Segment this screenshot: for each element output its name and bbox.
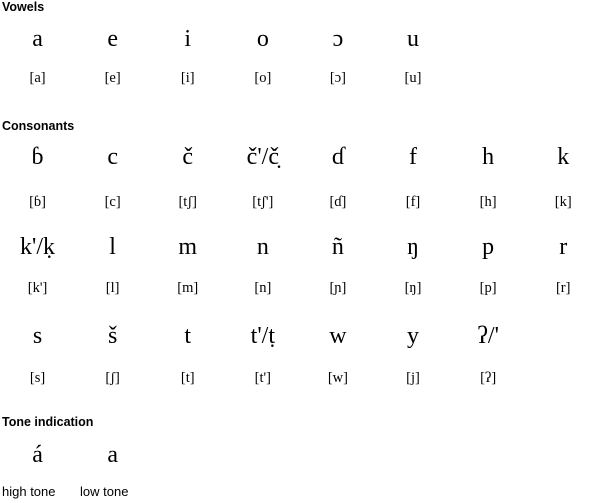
vowel-ipa: [e] (104, 70, 121, 86)
consonant-ipa: [ʔ] (480, 370, 497, 386)
tone-letter (375, 440, 450, 470)
consonant-ipa (526, 368, 601, 388)
consonants-letter-row-2: k'/ḳ l m n ñ ŋ p r (0, 232, 601, 262)
consonant-letter: š (107, 323, 118, 349)
tone-letter (451, 440, 526, 470)
vowel-letter: i (184, 26, 192, 52)
vowel-letter (451, 24, 526, 54)
consonants-letter-row-3: s š t t'/ṭ w y ʔ/' (0, 321, 601, 351)
consonant-ipa: [ɗ] (329, 194, 347, 210)
vowel-ipa (526, 68, 601, 88)
vowel-letter: u (407, 26, 420, 52)
consonant-letter: č'/č̣ (246, 144, 279, 170)
tone-letter (300, 440, 375, 470)
vowel-letter (526, 24, 601, 54)
consonants-ipa-row-2: [k'] [l] [m] [n] [ɲ] [ŋ] [p] [r] (0, 278, 601, 298)
consonant-ipa: [ʃ] (105, 370, 120, 386)
consonant-letter: t (184, 323, 192, 349)
vowels-letter-row: a e i o ɔ u (0, 24, 601, 54)
consonant-letter: h (482, 144, 495, 170)
consonant-ipa: [h] (479, 194, 497, 210)
consonant-letter: s (32, 323, 43, 349)
high-tone-label: high tone (2, 484, 56, 499)
tone-letter-low: a (107, 442, 118, 468)
vowel-letter: o (256, 26, 269, 52)
tone-letter (150, 440, 225, 470)
consonant-letter: ɓ (31, 144, 44, 170)
consonant-letter (526, 321, 601, 351)
tone-letter-row: á a (0, 440, 601, 470)
vowel-letter: ɔ (332, 26, 344, 52)
tone-section-title: Tone indication (2, 415, 94, 429)
consonant-ipa: [k] (554, 194, 572, 210)
consonants-ipa-row-3: [s] [ʃ] [t] [t'] [w] [j] [ʔ] (0, 368, 601, 388)
consonant-ipa: [p] (479, 280, 497, 296)
vowel-ipa: [o] (254, 70, 272, 86)
consonant-ipa: [ŋ] (404, 280, 422, 296)
consonant-letter: p (482, 234, 495, 260)
consonant-letter: t'/ṭ (250, 323, 275, 349)
tone-letter (225, 440, 300, 470)
vowel-ipa: [i] (180, 70, 195, 86)
tone-letter (526, 440, 601, 470)
vowel-ipa (451, 68, 526, 88)
consonants-ipa-row-1: [ɓ] [c] [tʃ] [tʃ'] [ɗ] [f] [h] [k] (0, 192, 601, 212)
vowel-letter: a (32, 26, 43, 52)
consonant-ipa: [s] (29, 370, 46, 386)
consonants-letter-row-1: ɓ c č č'/č̣ ɗ f h k (0, 142, 601, 172)
consonant-letter: k'/ḳ (20, 234, 56, 260)
tone-letter-high: á (32, 442, 43, 468)
vowels-ipa-row: [a] [e] [i] [o] [ɔ] [u] (0, 68, 601, 88)
consonant-ipa: [k'] (27, 280, 48, 296)
consonant-ipa: [l] (105, 280, 120, 296)
consonant-ipa: [j] (406, 370, 420, 386)
consonant-ipa: [tʃ'] (252, 194, 274, 210)
consonant-letter: ŋ (407, 234, 419, 260)
consonant-ipa: [f] (405, 194, 421, 210)
vowel-letter: e (107, 26, 118, 52)
consonants-section-title: Consonants (2, 119, 75, 133)
vowels-section-title: Vowels (2, 0, 45, 14)
consonant-ipa: [n] (254, 280, 272, 296)
tone-label-row: high tone low tone (2, 484, 128, 500)
consonant-ipa: [tʃ] (178, 194, 197, 210)
consonant-letter: f (409, 144, 418, 170)
consonant-letter: č (182, 144, 194, 170)
consonant-letter: k (557, 144, 570, 170)
vowel-ipa: [a] (29, 70, 46, 86)
consonant-letter: m (178, 234, 198, 260)
consonant-ipa: [ɲ] (329, 280, 347, 296)
consonant-ipa: [t] (180, 370, 195, 386)
vowel-ipa: [u] (404, 70, 422, 86)
consonant-letter: r (559, 234, 568, 260)
consonant-ipa: [m] (177, 280, 199, 296)
consonant-letter: ʔ/' (477, 323, 499, 349)
consonant-ipa: [w] (327, 370, 348, 386)
consonant-letter: w (329, 323, 347, 349)
vowel-ipa: [ɔ] (329, 70, 346, 86)
consonant-ipa: [c] (104, 194, 121, 210)
consonant-letter: ɗ (331, 144, 344, 170)
consonant-letter: ñ (331, 234, 344, 260)
consonant-letter: l (109, 234, 116, 260)
consonant-letter: n (256, 234, 269, 260)
low-tone-label: low tone (80, 484, 129, 499)
consonant-letter: y (407, 323, 420, 349)
consonant-ipa: [ɓ] (29, 194, 46, 210)
consonant-ipa: [r] (555, 280, 571, 296)
consonant-ipa: [t'] (254, 370, 271, 386)
consonant-letter: c (107, 144, 118, 170)
alphabet-chart: Vowels a e i o ɔ u [a] [e] [i] [o] [ɔ] [… (0, 0, 601, 503)
